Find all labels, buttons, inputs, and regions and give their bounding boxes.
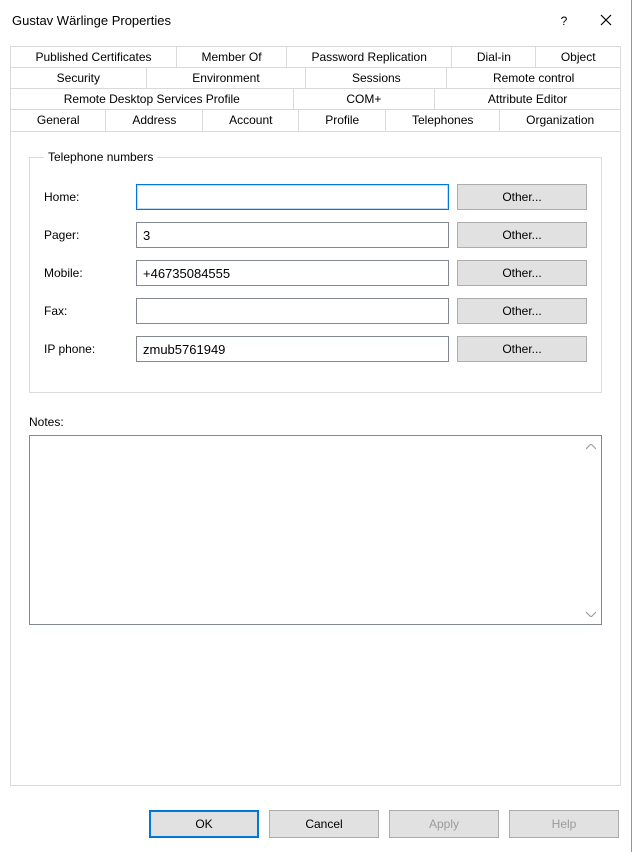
input-pager[interactable] bbox=[136, 222, 449, 248]
tab-address[interactable]: Address bbox=[105, 109, 203, 131]
label-home: Home: bbox=[44, 190, 128, 204]
row-home: Home: Other... bbox=[44, 184, 587, 210]
tab-general[interactable]: General bbox=[10, 109, 106, 131]
tab-sessions[interactable]: Sessions bbox=[305, 67, 447, 89]
scroll-up-button[interactable] bbox=[582, 438, 599, 455]
tab-environment[interactable]: Environment bbox=[146, 67, 307, 89]
close-icon bbox=[600, 14, 612, 26]
dialog-footer: OK Cancel Apply Help bbox=[0, 796, 631, 852]
tab-profile[interactable]: Profile bbox=[298, 109, 386, 131]
tab-account[interactable]: Account bbox=[202, 109, 299, 131]
properties-dialog: Gustav Wärlinge Properties ? Published C… bbox=[0, 0, 632, 852]
notes-section: Notes: bbox=[29, 409, 602, 625]
input-fax[interactable] bbox=[136, 298, 449, 324]
tab-member-of[interactable]: Member Of bbox=[176, 46, 287, 68]
other-home-button[interactable]: Other... bbox=[457, 184, 587, 210]
input-ip-phone[interactable] bbox=[136, 336, 449, 362]
tab-password-replication[interactable]: Password Replication bbox=[286, 46, 452, 68]
notes-textarea[interactable] bbox=[29, 435, 602, 625]
help-icon: ? bbox=[557, 11, 571, 29]
label-pager: Pager: bbox=[44, 228, 128, 242]
apply-button[interactable]: Apply bbox=[389, 810, 499, 838]
tab-strip: Published Certificates Member Of Passwor… bbox=[10, 46, 621, 131]
tab-telephones[interactable]: Telephones bbox=[385, 109, 500, 131]
tab-panel-telephones: Telephone numbers Home: Other... Pager: … bbox=[10, 131, 621, 786]
row-fax: Fax: Other... bbox=[44, 298, 587, 324]
help-button[interactable]: ? bbox=[543, 4, 585, 36]
chevron-down-icon bbox=[586, 611, 596, 617]
label-mobile: Mobile: bbox=[44, 266, 128, 280]
row-ip-phone: IP phone: Other... bbox=[44, 336, 587, 362]
tab-object[interactable]: Object bbox=[535, 46, 621, 68]
tab-published-certificates[interactable]: Published Certificates bbox=[10, 46, 177, 68]
tab-remote-control[interactable]: Remote control bbox=[446, 67, 621, 89]
label-ip-phone: IP phone: bbox=[44, 342, 128, 356]
tab-organization[interactable]: Organization bbox=[499, 109, 621, 131]
notes-label: Notes: bbox=[29, 415, 602, 429]
other-pager-button[interactable]: Other... bbox=[457, 222, 587, 248]
other-ip-phone-button[interactable]: Other... bbox=[457, 336, 587, 362]
chevron-up-icon bbox=[586, 444, 596, 450]
tab-dial-in[interactable]: Dial-in bbox=[451, 46, 536, 68]
row-mobile: Mobile: Other... bbox=[44, 260, 587, 286]
input-mobile[interactable] bbox=[136, 260, 449, 286]
label-fax: Fax: bbox=[44, 304, 128, 318]
telephone-numbers-group: Telephone numbers Home: Other... Pager: … bbox=[29, 150, 602, 393]
group-legend: Telephone numbers bbox=[44, 150, 157, 164]
cancel-button[interactable]: Cancel bbox=[269, 810, 379, 838]
row-pager: Pager: Other... bbox=[44, 222, 587, 248]
dialog-content: Published Certificates Member Of Passwor… bbox=[0, 40, 631, 796]
close-button[interactable] bbox=[585, 4, 627, 36]
tab-rds-profile[interactable]: Remote Desktop Services Profile bbox=[10, 88, 294, 110]
window-title: Gustav Wärlinge Properties bbox=[12, 13, 543, 28]
other-mobile-button[interactable]: Other... bbox=[457, 260, 587, 286]
scroll-down-button[interactable] bbox=[582, 605, 599, 622]
other-fax-button[interactable]: Other... bbox=[457, 298, 587, 324]
tab-security[interactable]: Security bbox=[10, 67, 147, 89]
tab-attribute-editor[interactable]: Attribute Editor bbox=[434, 88, 621, 110]
titlebar: Gustav Wärlinge Properties ? bbox=[0, 0, 631, 40]
input-home[interactable] bbox=[136, 184, 449, 210]
svg-text:?: ? bbox=[561, 14, 568, 28]
help-footer-button[interactable]: Help bbox=[509, 810, 619, 838]
ok-button[interactable]: OK bbox=[149, 810, 259, 838]
tab-com-plus[interactable]: COM+ bbox=[293, 88, 436, 110]
